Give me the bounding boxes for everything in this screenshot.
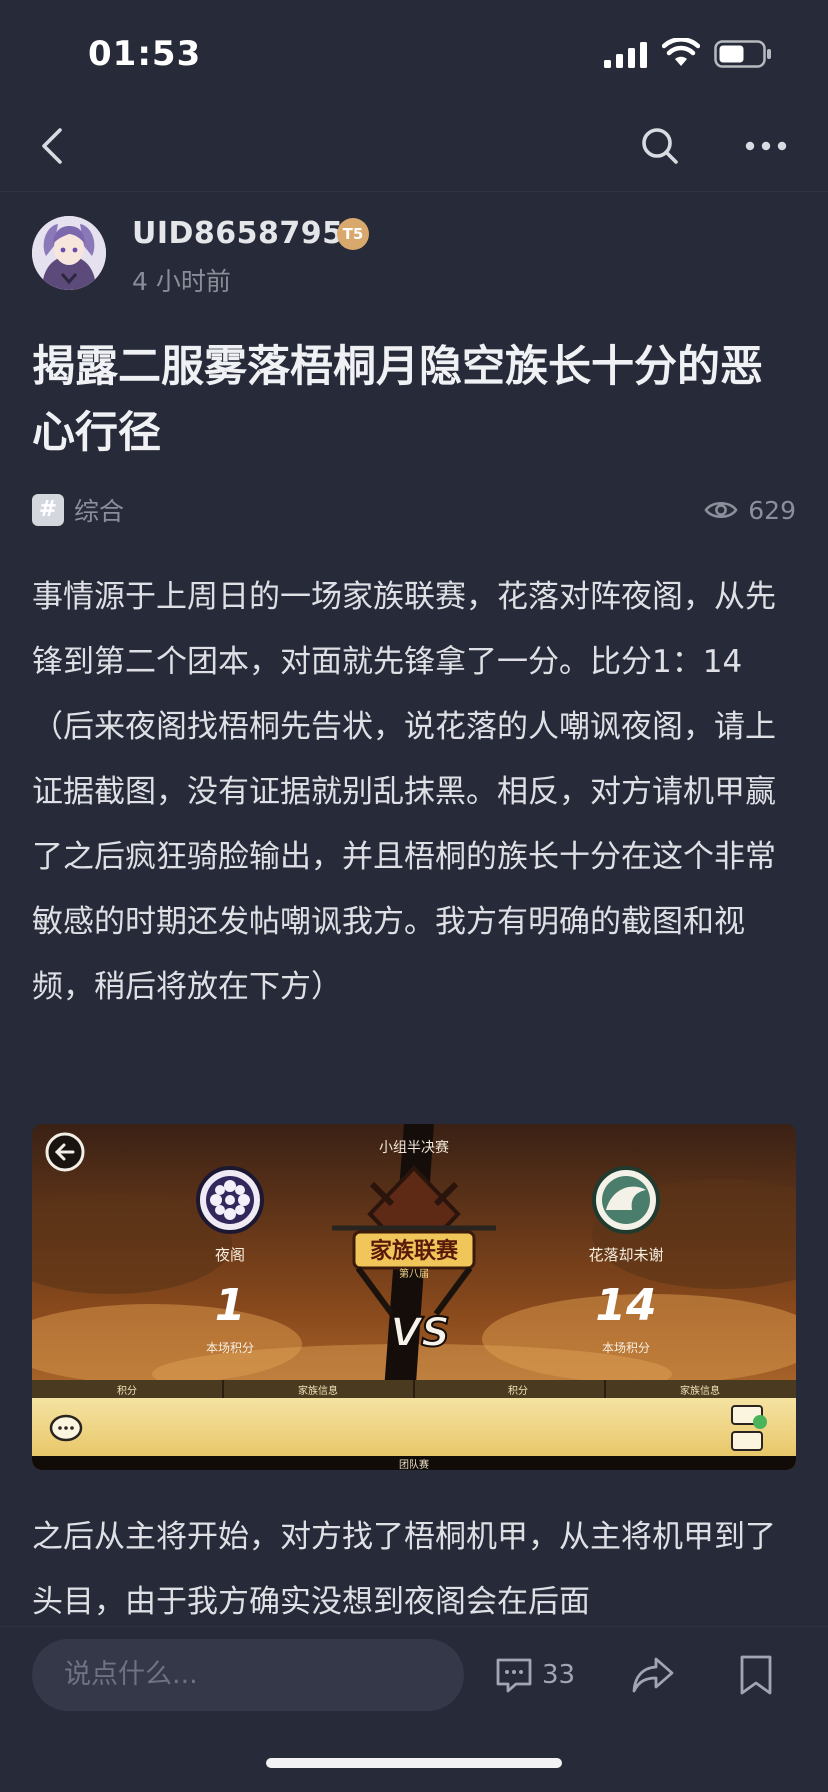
post-image[interactable]: 小组半决赛 家族联赛 第八届 VS 夜阁 花落却未谢 1 14 本场积分 本场积… xyxy=(32,1124,796,1470)
comment-button[interactable]: 33 xyxy=(494,1655,575,1695)
comment-icon xyxy=(496,1658,532,1693)
left-team-name: 夜阁 xyxy=(215,1246,245,1264)
tab-family-right: 家族信息 xyxy=(680,1384,720,1397)
topic-tag[interactable]: # 综合 xyxy=(32,492,124,528)
view-count: 629 xyxy=(704,492,796,528)
match-stage-label: 小组半决赛 xyxy=(379,1140,449,1156)
team-battle-label: 团队赛 xyxy=(399,1458,429,1470)
post-body-paragraph: 事情源于上周日的一场家族联赛，花落对阵夜阁，从先锋到第二个团本，对面就先锋拿了一… xyxy=(32,579,776,1005)
home-indicator[interactable] xyxy=(266,1758,562,1768)
post-title: 揭露二服雾落梧桐月隐空族长十分的恶心行径 xyxy=(32,342,763,458)
comment-input[interactable]: 说点什么... xyxy=(32,1639,464,1711)
hashtag-icon: # xyxy=(32,494,64,526)
view-count-number: 629 xyxy=(748,495,796,525)
status-time: 01:53 xyxy=(88,34,202,74)
cellular-signal-icon xyxy=(604,42,647,68)
topic-label: 综合 xyxy=(74,497,125,526)
tab-score-left: 积分 xyxy=(117,1385,137,1397)
league-logo-text: 家族联赛 xyxy=(370,1238,459,1264)
status-bar: 01:53 xyxy=(0,0,828,100)
bookmark-icon[interactable] xyxy=(738,1653,774,1697)
league-edition-text: 第八届 xyxy=(399,1267,429,1280)
search-icon[interactable] xyxy=(636,122,684,170)
vs-label: VS xyxy=(390,1310,450,1356)
left-score-label: 本场积分 xyxy=(206,1341,254,1355)
right-team-score: 14 xyxy=(595,1280,656,1331)
tab-family-left: 家族信息 xyxy=(298,1384,338,1397)
level-badge: T5 xyxy=(337,218,369,250)
wifi-icon xyxy=(662,38,700,66)
tab-score-right: 积分 xyxy=(508,1385,528,1397)
battery-icon xyxy=(714,40,771,68)
eye-icon xyxy=(704,501,738,519)
comment-count: 33 xyxy=(542,1660,576,1690)
right-score-label: 本场积分 xyxy=(602,1341,650,1355)
post-body-paragraph: 之后从主将开始，对方找了梧桐机甲，从主将机甲到了头目，由于我方确实没想到夜阁会在… xyxy=(32,1519,776,1620)
navigation-bar xyxy=(0,100,828,192)
post-detail-screen: 01:53 UID8658795 T5 4 小时前 揭露二服雾落梧桐月隐空族长十… xyxy=(0,0,828,1792)
share-icon[interactable] xyxy=(630,1653,676,1697)
author-avatar[interactable] xyxy=(32,216,106,290)
left-team-score: 1 xyxy=(215,1280,246,1331)
author-name[interactable]: UID8658795 xyxy=(132,216,344,251)
more-dots-icon[interactable] xyxy=(742,122,790,170)
post-timestamp: 4 小时前 xyxy=(132,267,231,296)
right-team-name: 花落却未谢 xyxy=(588,1246,663,1264)
chevron-left-icon[interactable] xyxy=(30,122,78,170)
